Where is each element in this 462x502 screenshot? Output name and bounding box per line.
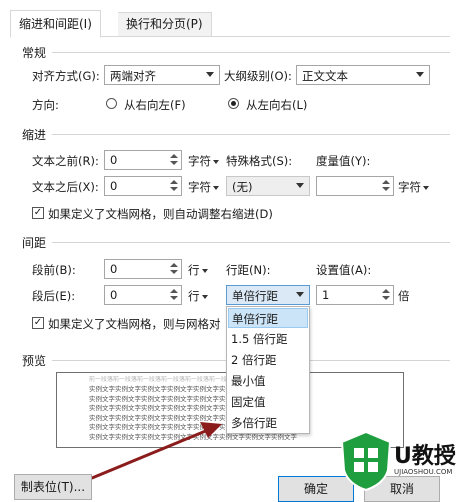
annotation-arrow-icon xyxy=(90,422,222,480)
watermark-brand: U教授 xyxy=(394,444,456,469)
watermark-logo: U教授 UJIAOSHOU.COM xyxy=(336,428,462,496)
tabs-button[interactable]: 制表位(T)... xyxy=(14,474,92,500)
watermark-site: UJIAOSHOU.COM xyxy=(394,468,453,476)
watermark-shield-icon xyxy=(340,430,392,492)
